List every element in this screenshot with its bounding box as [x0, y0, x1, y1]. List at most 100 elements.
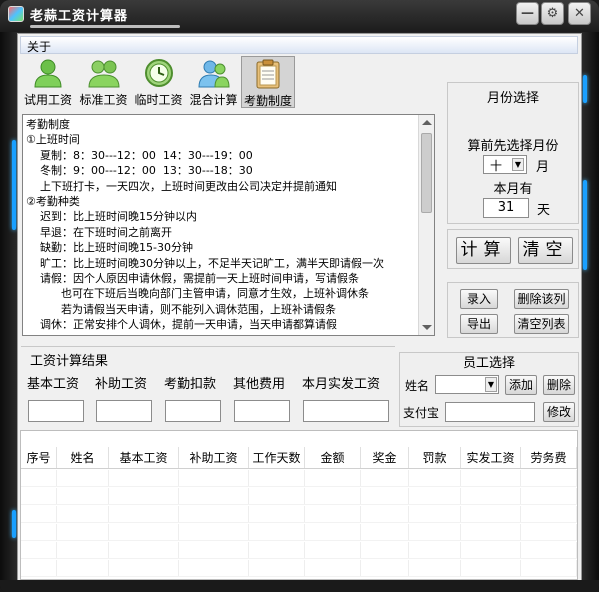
month-panel-title: 月份选择	[486, 91, 539, 106]
tool-trial-wage[interactable]: 试用工资	[20, 56, 76, 108]
scroll-thumb[interactable]	[421, 133, 432, 213]
table-cell	[521, 560, 577, 576]
days-field[interactable]: 31	[483, 198, 529, 218]
days-label: 本月有	[493, 182, 533, 197]
column-header[interactable]: 补助工资	[179, 447, 249, 468]
column-header[interactable]: 奖金	[361, 447, 409, 468]
dropdown-arrow-icon[interactable]: ▼	[512, 158, 524, 171]
clock-icon	[144, 59, 173, 87]
table-cell	[361, 542, 409, 558]
employee-panel: 员工选择 姓名 ▼ 添加 删除 支付宝 修改	[399, 352, 579, 427]
textarea-scrollbar[interactable]	[418, 115, 434, 335]
table-row[interactable]	[21, 542, 577, 559]
table-cell	[461, 560, 521, 576]
table-cell	[21, 470, 57, 486]
table-cell	[179, 470, 249, 486]
modify-employee-button[interactable]: 修改	[543, 402, 575, 422]
policy-line: ①上班时间	[26, 133, 80, 147]
table-row[interactable]	[21, 560, 577, 577]
clear-list-button[interactable]: 清空列表	[514, 314, 569, 334]
table-cell	[361, 506, 409, 522]
table-row[interactable]	[21, 488, 577, 505]
tool-mixed-calc[interactable]: 混合计算	[186, 56, 241, 108]
table-cell	[409, 560, 461, 576]
column-header[interactable]: 姓名	[57, 447, 109, 468]
policy-line: ②考勤种类	[26, 195, 80, 209]
table-cell	[305, 560, 361, 576]
records-table[interactable]: 序号 姓名 基本工资 补助工资 工作天数 金额 奖金 罚款 实发工资 劳务费	[20, 430, 578, 580]
dropdown-arrow-icon[interactable]: ▼	[485, 377, 497, 392]
table-cell	[249, 506, 305, 522]
clear-button[interactable]: 清空	[518, 237, 573, 264]
policy-line: 若为请假当天申请，则不能列入调休范围，上班补请假条	[26, 302, 336, 316]
tool-temp-wage[interactable]: 临时工资	[131, 56, 186, 108]
policy-line: 缺勤：比上班时间晚15-30分钟	[26, 241, 193, 255]
table-row[interactable]	[21, 524, 577, 541]
table-cell	[109, 560, 179, 576]
policy-line: 调休：正常安排个人调休，提前一天申请，当天申请都算请假	[26, 318, 337, 332]
table-cell	[461, 470, 521, 486]
table-cell	[305, 506, 361, 522]
basic-wage-field[interactable]	[28, 400, 84, 422]
minimize-icon[interactable]: —	[516, 2, 539, 25]
add-employee-button[interactable]: 添加	[505, 375, 537, 395]
table-row[interactable]	[21, 506, 577, 523]
month-unit: 月	[536, 160, 550, 175]
menu-bar: 关于	[20, 36, 578, 54]
column-header[interactable]: 劳务费	[521, 447, 577, 468]
column-header[interactable]: 金额	[305, 447, 361, 468]
column-header[interactable]: 基本工资	[109, 447, 179, 468]
table-row[interactable]	[21, 470, 577, 487]
app-logo-icon	[8, 6, 24, 22]
table-cell	[409, 506, 461, 522]
policy-line: 请假：因个人原因申请休假，需提前一天上班时间申请，写请假条	[26, 272, 359, 286]
allowance-field[interactable]	[96, 400, 152, 422]
tool-standard-wage-label: 标准工资	[79, 93, 128, 107]
export-button[interactable]: 导出	[460, 314, 498, 334]
table-cell	[249, 560, 305, 576]
table-cell	[21, 542, 57, 558]
settings-icon[interactable]: ⚙	[541, 2, 564, 25]
people-icon	[87, 60, 120, 88]
table-cell	[521, 470, 577, 486]
table-cell	[361, 488, 409, 504]
month-selection-panel: 月份选择 算前先选择月份 十 ▼ 月 本月有 31 天	[447, 82, 579, 224]
name-select[interactable]: ▼	[435, 375, 499, 394]
month-select[interactable]: 十 ▼	[483, 155, 527, 174]
column-header[interactable]: 罚款	[409, 447, 461, 468]
other-fees-field[interactable]	[234, 400, 290, 422]
column-header[interactable]: 实发工资	[461, 447, 521, 468]
add-record-button[interactable]: 录入	[460, 289, 498, 309]
left-glow-decoration-lower	[12, 510, 16, 538]
column-header[interactable]: 工作天数	[249, 447, 305, 468]
menu-about[interactable]: 关于	[27, 38, 51, 55]
delete-employee-button[interactable]: 删除	[543, 375, 575, 395]
table-cell	[57, 470, 109, 486]
net-wage-field[interactable]	[303, 400, 389, 422]
title-underline	[30, 25, 180, 28]
scroll-down-icon[interactable]	[422, 325, 432, 330]
attendance-policy-textarea[interactable]: 考勤制度 ①上班时间 夏制：8：30---12：00 14：30---19：00 …	[22, 114, 435, 336]
person-icon	[34, 59, 62, 88]
table-cell	[57, 488, 109, 504]
scroll-up-icon[interactable]	[422, 120, 432, 125]
table-cell	[521, 506, 577, 522]
title-bar[interactable]: 老蒜工资计算器 — ⚙ ✕	[0, 0, 599, 32]
deduction-field[interactable]	[165, 400, 221, 422]
tool-temp-wage-label: 临时工资	[134, 93, 183, 107]
alipay-label: 支付宝	[403, 406, 440, 420]
column-header[interactable]: 序号	[21, 447, 57, 468]
left-glow-decoration	[12, 140, 16, 230]
tool-standard-wage[interactable]: 标准工资	[76, 56, 131, 108]
tool-attendance[interactable]: 考勤制度	[241, 56, 295, 108]
close-icon[interactable]: ✕	[568, 2, 591, 25]
group-icon	[197, 60, 230, 88]
table-cell	[109, 542, 179, 558]
table-cell	[461, 488, 521, 504]
list-actions-panel: 录入 删除该列 导出 清空列表	[447, 282, 579, 338]
table-cell	[179, 488, 249, 504]
alipay-field[interactable]	[445, 402, 535, 422]
table-cell	[249, 524, 305, 540]
compute-button[interactable]: 计算	[456, 237, 511, 264]
delete-column-button[interactable]: 删除该列	[514, 289, 569, 309]
